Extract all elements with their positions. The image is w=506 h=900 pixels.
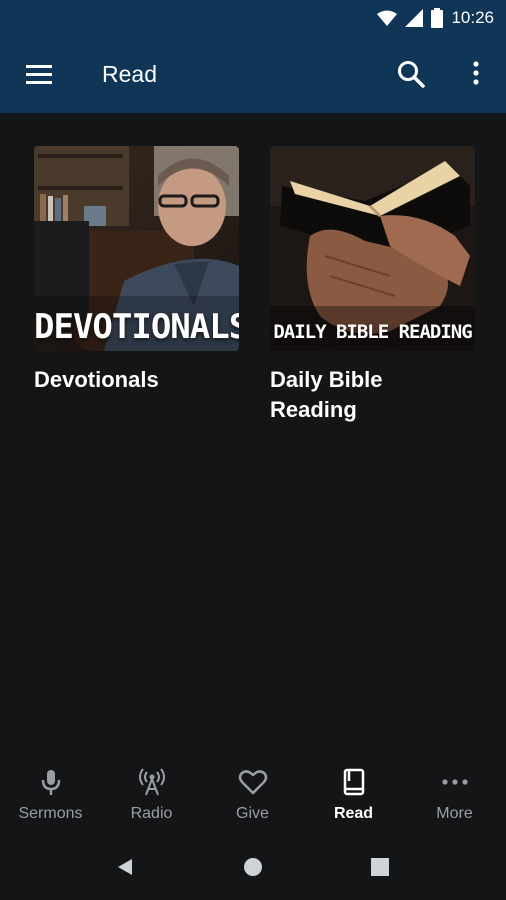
status-bar: 10:26 (0, 0, 506, 37)
hamburger-menu-icon (26, 65, 52, 84)
content-area: DEVOTIONALS Devotionals DAILY BIBLE READ… (0, 113, 506, 753)
home-icon[interactable] (243, 857, 263, 877)
devotionals-thumbnail[interactable]: DEVOTIONALS (34, 146, 239, 351)
more-vertical-icon (473, 61, 479, 85)
nav-give-label: Give (236, 805, 269, 822)
nav-radio-label: Radio (130, 805, 173, 822)
nav-more[interactable]: More (404, 753, 505, 833)
menu-button[interactable] (24, 61, 56, 89)
bottom-navigation: Sermons Radio Give Read More (0, 753, 506, 833)
nav-sermons-label: Sermons (18, 805, 83, 822)
more-horizontal-icon (442, 779, 468, 785)
search-icon (398, 61, 425, 88)
book-icon (343, 768, 365, 796)
wifi-icon (377, 10, 398, 26)
devotionals-overlay-text: DEVOTIONALS (34, 307, 239, 347)
daily-bible-reading-thumbnail[interactable]: DAILY BIBLE READING (270, 146, 475, 351)
system-navigation-bar (0, 833, 506, 900)
signal-icon (405, 9, 424, 27)
devotionals-card[interactable]: DEVOTIONALS Devotionals (34, 146, 239, 395)
battery-icon (431, 8, 444, 28)
devotionals-label[interactable]: Devotionals (34, 365, 239, 395)
microphone-icon (41, 770, 61, 795)
nav-read[interactable]: Read (303, 753, 404, 833)
back-icon[interactable] (116, 857, 136, 877)
nav-more-label: More (436, 805, 473, 822)
radio-tower-icon (139, 768, 165, 796)
daily-bible-reading-overlay-text: DAILY BIBLE READING (273, 321, 472, 343)
overflow-menu-button[interactable] (466, 59, 486, 89)
search-button[interactable] (396, 59, 426, 89)
daily-bible-reading-label[interactable]: Daily Bible Reading (270, 365, 450, 425)
nav-read-label: Read (333, 805, 374, 822)
heart-icon (238, 770, 268, 795)
nav-radio[interactable]: Radio (101, 753, 202, 833)
app-bar: Read (0, 37, 506, 113)
nav-sermons[interactable]: Sermons (0, 753, 101, 833)
nav-give[interactable]: Give (202, 753, 303, 833)
daily-bible-reading-card[interactable]: DAILY BIBLE READING Daily Bible Reading (270, 146, 475, 425)
status-time: 10:26 (451, 8, 494, 27)
recents-icon[interactable] (371, 858, 389, 876)
page-title: Read (102, 61, 157, 87)
